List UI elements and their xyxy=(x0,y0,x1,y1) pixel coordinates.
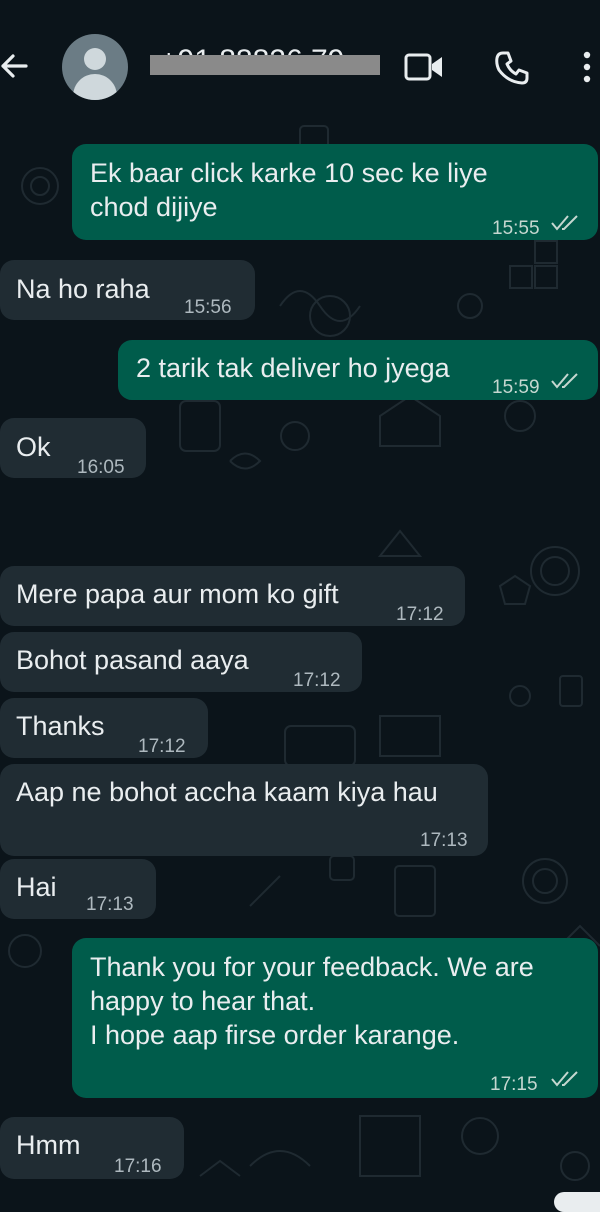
message-list[interactable]: Ek baar click karke 10 sec ke liye chod … xyxy=(0,116,600,1200)
read-receipt-icon xyxy=(551,373,578,389)
message-time: 17:12 xyxy=(138,736,186,757)
message-text: 2 tarik tak deliver ho jyega xyxy=(136,353,450,383)
video-call-icon[interactable] xyxy=(404,52,444,82)
voice-call-icon[interactable] xyxy=(494,50,530,86)
contact-name-redaction xyxy=(150,55,380,75)
message-incoming[interactable]: Bohot pasand aaya 17:12 xyxy=(0,632,362,692)
message-time: 17:12 xyxy=(396,604,444,625)
message-incoming[interactable]: Hai 17:13 xyxy=(0,859,156,919)
message-time: 15:59 xyxy=(492,377,540,398)
message-incoming[interactable]: Hmm 17:16 xyxy=(0,1117,184,1179)
more-options-icon[interactable] xyxy=(580,50,594,84)
message-text: Aap ne bohot accha kaam kiya hau xyxy=(16,777,438,807)
message-time: 17:12 xyxy=(293,670,341,691)
message-text: Bohot pasand aaya xyxy=(16,645,249,675)
message-time: 17:13 xyxy=(86,894,134,915)
message-incoming[interactable]: Mere papa aur mom ko gift 17:12 xyxy=(0,566,465,626)
back-arrow-icon[interactable] xyxy=(0,50,30,82)
message-outgoing[interactable]: Ek baar click karke 10 sec ke liye chod … xyxy=(72,144,598,240)
message-outgoing[interactable]: 2 tarik tak deliver ho jyega 15:59 xyxy=(118,340,598,400)
message-time: 15:55 xyxy=(492,218,540,239)
message-time: 17:13 xyxy=(420,830,468,851)
message-time: 17:16 xyxy=(114,1156,162,1177)
avatar[interactable] xyxy=(62,34,128,100)
read-receipt-icon xyxy=(551,1071,578,1087)
message-text: Thanks xyxy=(16,711,105,741)
message-incoming[interactable]: Aap ne bohot accha kaam kiya hau 17:13 xyxy=(0,764,488,856)
message-text: Hmm xyxy=(16,1130,81,1160)
scroll-to-bottom-button[interactable] xyxy=(554,1192,600,1212)
message-incoming[interactable]: Thanks 17:12 xyxy=(0,698,208,758)
message-incoming[interactable]: Na ho raha 15:56 xyxy=(0,260,255,320)
message-incoming[interactable]: Ok 16:05 xyxy=(0,418,146,478)
message-time: 15:56 xyxy=(184,297,232,318)
message-text: Ok xyxy=(16,432,51,462)
message-time: 17:15 xyxy=(490,1074,538,1095)
message-time: 16:05 xyxy=(77,457,125,478)
read-receipt-icon xyxy=(551,215,578,231)
message-outgoing[interactable]: Thank you for your feedback. We are happ… xyxy=(72,938,598,1098)
message-text: Hai xyxy=(16,872,57,902)
message-text: Mere papa aur mom ko gift xyxy=(16,579,339,609)
chat-header: +91 88826 79... xyxy=(0,0,600,116)
message-text: Ek baar click karke 10 sec ke liye chod … xyxy=(90,158,488,222)
message-text: Na ho raha xyxy=(16,274,150,304)
message-text: Thank you for your feedback. We are happ… xyxy=(90,952,534,1050)
